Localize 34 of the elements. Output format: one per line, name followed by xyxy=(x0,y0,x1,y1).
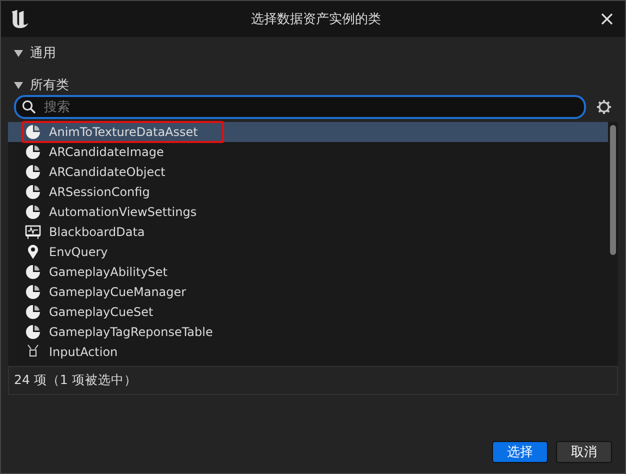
class-list-item[interactable]: GameplayTagReponseTable xyxy=(8,322,608,342)
class-list-item[interactable]: ARSessionConfig xyxy=(8,182,608,202)
caret-icon xyxy=(14,82,23,88)
class-list-item[interactable]: InputAction xyxy=(8,342,608,362)
class-list-item[interactable]: AutomationViewSettings xyxy=(8,202,608,222)
pie-chart-icon xyxy=(25,144,41,160)
location-pin-icon xyxy=(25,244,41,260)
search-field[interactable]: 搜索 xyxy=(14,95,586,119)
logo-icon xyxy=(9,8,31,30)
status-text: 24 项（1 项被选中） xyxy=(8,366,618,395)
select-button[interactable]: 选择 xyxy=(492,441,548,463)
window-title: 选择数据资产实例的类 xyxy=(250,11,382,28)
pie-chart-icon xyxy=(25,264,41,280)
class-list-item[interactable]: GameplayAbilitySet xyxy=(8,262,608,282)
class-list-item[interactable]: ARCandidateObject xyxy=(8,162,608,182)
whiteboard-icon xyxy=(25,224,41,240)
pie-chart-icon xyxy=(25,164,41,180)
class-list-item[interactable]: GameplayCueManager xyxy=(8,282,608,302)
class-list-item[interactable]: AnimToTextureDataAsset xyxy=(8,122,608,142)
pie-chart-icon xyxy=(25,304,41,320)
class-list-item[interactable]: BlackboardData xyxy=(8,222,608,242)
class-list-item[interactable]: EnvQuery xyxy=(8,242,608,262)
settings-icon[interactable] xyxy=(596,99,612,115)
section-header[interactable]: 通用 xyxy=(8,37,618,69)
pie-chart-icon xyxy=(25,324,41,340)
class-list-item[interactable]: ARCandidateImage xyxy=(8,142,608,162)
pie-chart-icon xyxy=(25,284,41,300)
cancel-button[interactable]: 取消 xyxy=(556,441,612,463)
pie-chart-icon xyxy=(25,184,41,200)
close-icon[interactable] xyxy=(601,13,613,25)
caret-icon xyxy=(14,50,23,56)
class-list-item[interactable]: GameplayCueSet xyxy=(8,302,608,322)
pie-chart-icon xyxy=(25,124,41,140)
pie-chart-icon xyxy=(25,204,41,220)
